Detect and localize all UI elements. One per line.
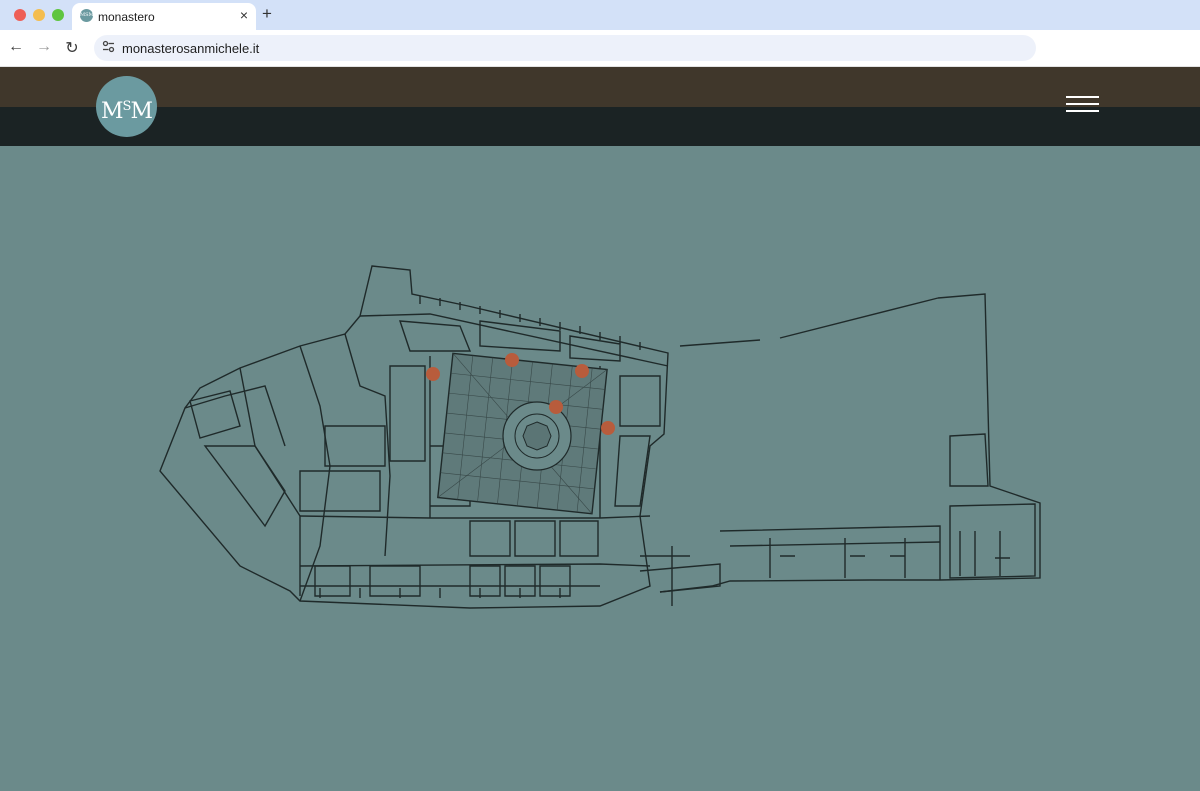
header-top-band [0,67,1200,107]
new-tab-icon[interactable]: + [262,4,272,24]
floorplan-map [0,146,1200,791]
browser-toolbar: ← → ↻ monasterosanmichele.it [0,30,1200,67]
tab-close-icon[interactable]: × [240,7,248,23]
site-logo[interactable]: MSM [96,76,157,137]
tab-title: monastero [98,10,155,24]
site-settings-icon[interactable] [102,40,115,56]
map-hotspot[interactable] [601,421,615,435]
forward-arrow-icon[interactable]: → [34,38,54,56]
address-bar[interactable]: monasterosanmichele.it [94,35,1036,61]
back-arrow-icon[interactable]: ← [6,38,26,56]
map-hotspot[interactable] [549,400,563,414]
close-window-button[interactable] [14,9,26,21]
header-bottom-band [0,107,1200,146]
map-hotspot[interactable] [426,367,440,381]
map-hotspot[interactable] [505,353,519,367]
url-text: monasterosanmichele.it [122,41,260,56]
floorplan-drawing [159,265,1041,609]
maximize-window-button[interactable] [52,9,64,21]
favicon-icon: MSM [80,9,94,22]
hamburger-menu-icon[interactable] [1066,94,1099,116]
browser-tab-bar: MSM monastero × + [0,0,1200,30]
map-hotspot[interactable] [575,364,589,378]
reload-icon[interactable]: ↻ [62,38,82,58]
browser-tab[interactable]: MSM monastero × [72,3,256,30]
site-header: MSM [0,67,1200,146]
minimize-window-button[interactable] [33,9,45,21]
